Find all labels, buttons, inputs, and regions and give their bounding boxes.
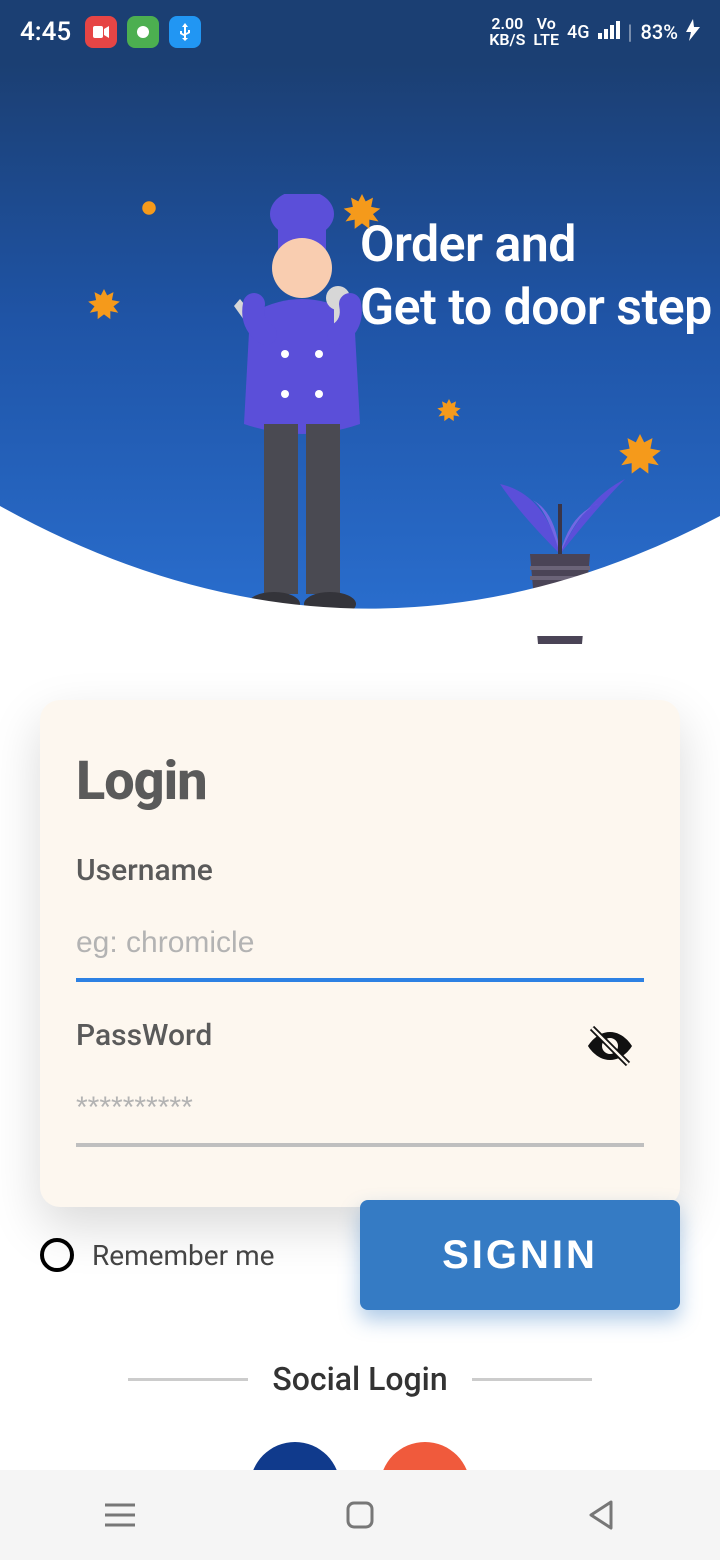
back-triangle-icon (585, 1498, 615, 1532)
password-input[interactable] (76, 1077, 644, 1147)
password-visibility-toggle[interactable] (586, 1022, 634, 1074)
eye-off-icon (586, 1022, 634, 1070)
sparkle-icon (85, 289, 123, 331)
social-login-title: Social Login (272, 1360, 447, 1398)
password-label: PassWord (76, 1018, 644, 1053)
usb-icon (169, 16, 201, 48)
status-time: 4:45 (20, 17, 71, 47)
screen: 4:45 2.00 KB/S Vo LTE 4 (0, 0, 720, 1560)
status-indicator-icons (85, 16, 201, 48)
screen-record-icon (85, 16, 117, 48)
login-title: Login (76, 750, 644, 813)
hero-line1: Order and (360, 214, 712, 277)
back-button[interactable] (580, 1495, 620, 1535)
signal-4g: 4G (567, 22, 590, 43)
radio-unchecked-icon (40, 1238, 74, 1272)
login-card: Login Username PassWord (40, 700, 680, 1207)
login-actions: Remember me SIGNIN (40, 1200, 680, 1310)
battery-percent: 83% (641, 20, 678, 44)
username-field: Username (76, 853, 644, 982)
sparkle-icon (140, 199, 158, 221)
sparkle-icon (435, 399, 463, 431)
divider-line (128, 1378, 248, 1381)
divider-line (472, 1378, 592, 1381)
username-label: Username (76, 853, 644, 888)
remember-me[interactable]: Remember me (40, 1238, 274, 1272)
volte-bottom: LTE (533, 32, 559, 48)
menu-icon (103, 1501, 137, 1529)
volte-indicator: Vo LTE (533, 16, 559, 48)
status-right: 2.00 KB/S Vo LTE 4G | 83% (489, 16, 700, 48)
charging-icon (686, 19, 700, 46)
remember-me-label: Remember me (92, 1239, 274, 1272)
hero-heading: Order and Get to door step (360, 214, 712, 339)
hero-banner: Order and Get to door step (0, 64, 720, 634)
status-bar: 4:45 2.00 KB/S Vo LTE 4 (0, 0, 720, 64)
recents-button[interactable] (100, 1495, 140, 1535)
signin-button[interactable]: SIGNIN (360, 1200, 680, 1310)
net-speed-unit: KB/S (489, 32, 525, 48)
social-heading-row: Social Login (0, 1360, 720, 1398)
password-field: PassWord (76, 1018, 644, 1147)
app-icon (127, 16, 159, 48)
signal-bars-icon (598, 20, 620, 44)
hero-curve (0, 506, 720, 636)
square-icon (345, 1500, 375, 1530)
home-button[interactable] (340, 1495, 380, 1535)
android-nav-bar (0, 1470, 720, 1560)
username-input[interactable] (76, 912, 644, 982)
net-speed: 2.00 KB/S (489, 16, 525, 48)
hero-line2: Get to door step (360, 277, 712, 340)
status-left: 4:45 (20, 16, 201, 48)
